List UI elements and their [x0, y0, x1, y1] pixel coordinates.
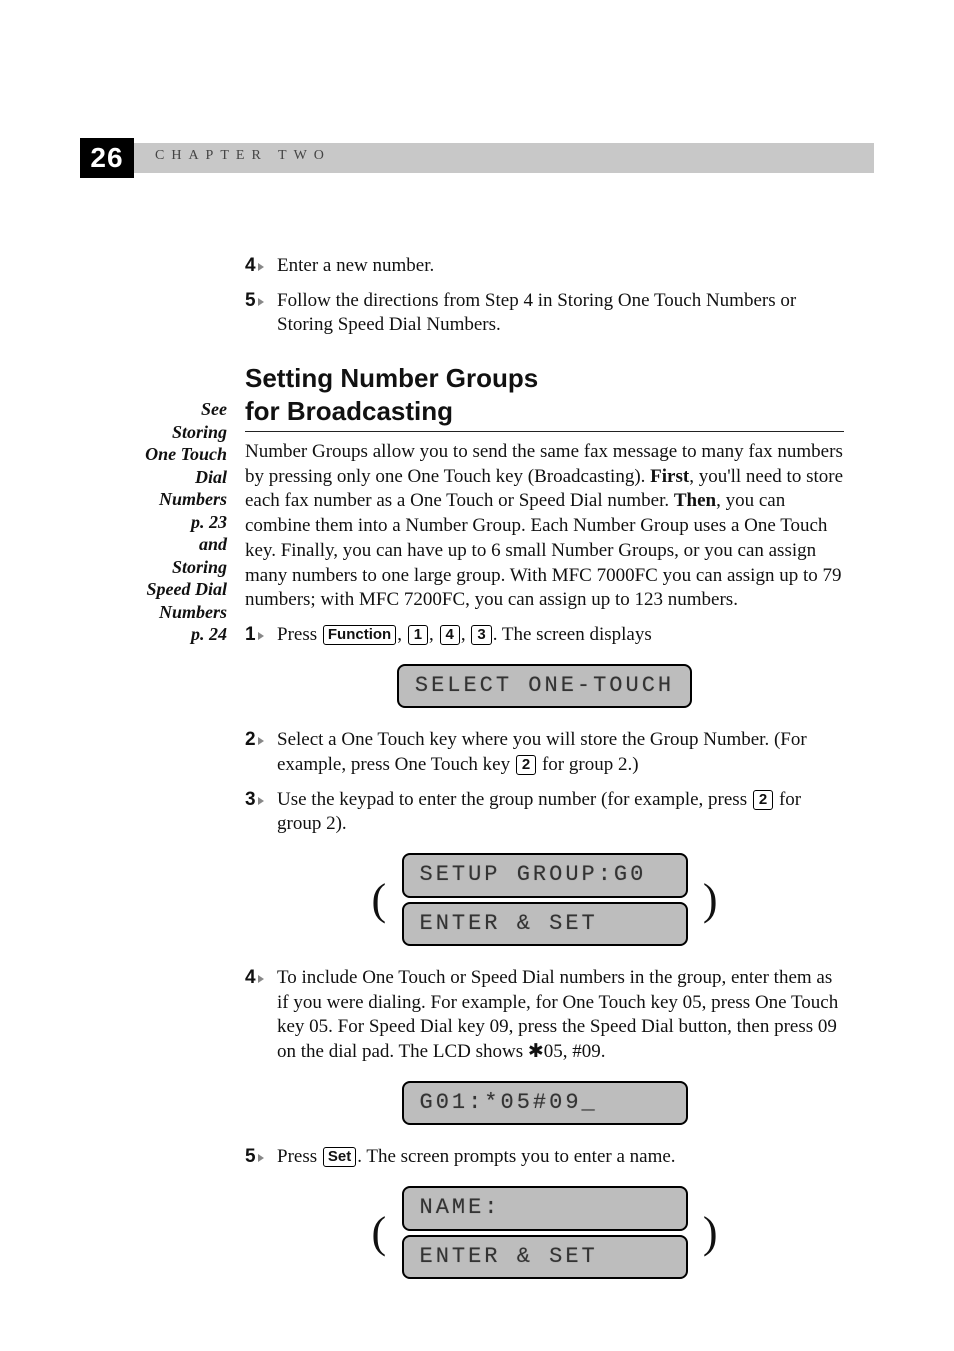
- text-run: Press: [277, 1146, 322, 1167]
- intro-paragraph: Number Groups allow you to send the same…: [245, 440, 844, 613]
- step-text: To include One Touch or Speed Dial numbe…: [277, 966, 844, 1065]
- lcd-display-group: ( SETUP GROUP:G0 ENTER & SET ): [245, 849, 844, 950]
- step-item: 3 Use the keypad to enter the group numb…: [245, 788, 844, 837]
- text-run: Press: [277, 624, 322, 645]
- margin-note-line: p. 23: [80, 511, 227, 534]
- step-item: 4 To include One Touch or Speed Dial num…: [245, 966, 844, 1065]
- keycap: 2: [753, 790, 773, 810]
- arrow-icon: [258, 632, 264, 640]
- step-text: Follow the directions from Step 4 in Sto…: [277, 289, 844, 338]
- text-run: 05, #09.: [544, 1041, 606, 1062]
- paren-right-icon: ): [703, 878, 718, 922]
- lcd-screen: G01:*05#09_: [402, 1081, 688, 1126]
- step-number: 5: [245, 290, 256, 311]
- step-number-icon: 1: [245, 623, 271, 645]
- step-text: Press Set. The screen prompts you to ent…: [277, 1145, 844, 1170]
- margin-note-line: Numbers: [80, 601, 227, 624]
- step-number-icon: 5: [245, 289, 271, 311]
- margin-note: See Storing One Touch Dial Numbers p. 23…: [80, 248, 245, 1299]
- step-text: Use the keypad to enter the group number…: [277, 788, 844, 837]
- lcd-screen: SELECT ONE-TOUCH: [397, 664, 692, 709]
- step-number: 1: [245, 624, 256, 645]
- lcd-screen: ENTER & SET: [402, 902, 688, 947]
- margin-note-line: Speed Dial: [80, 578, 227, 601]
- heading-line: for Broadcasting: [245, 396, 453, 426]
- keycap: 3: [471, 625, 491, 645]
- page: 26 CHAPTER TWO See Storing One Touch Dia…: [0, 0, 954, 1351]
- step-number-icon: 4: [245, 254, 271, 276]
- margin-note-line: p. 24: [80, 623, 227, 646]
- arrow-icon: [258, 263, 264, 271]
- arrow-icon: [258, 1154, 264, 1162]
- keycap: 2: [516, 755, 536, 775]
- margin-note-line: Numbers: [80, 488, 227, 511]
- step-text: Enter a new number.: [277, 254, 844, 279]
- margin-note-line: Storing: [80, 556, 227, 579]
- arrow-icon: [258, 975, 264, 983]
- text-run: . The screen prompts you to enter a name…: [357, 1146, 675, 1167]
- content-area: See Storing One Touch Dial Numbers p. 23…: [80, 248, 844, 1299]
- star-icon: ✱: [528, 1041, 544, 1062]
- bold-word: Then: [674, 490, 716, 511]
- text-run: for group 2.): [537, 754, 638, 775]
- chapter-label: CHAPTER TWO: [155, 148, 331, 164]
- main-column: 4 Enter a new number. 5 Follow the direc…: [245, 248, 844, 1299]
- heading-line: Setting Number Groups: [245, 363, 538, 393]
- step-number: 5: [245, 1146, 256, 1167]
- lcd-display-group: SELECT ONE-TOUCH: [245, 660, 844, 713]
- margin-note-line: Storing: [80, 421, 227, 444]
- step-item: 1 Press Function, 1, 4, 3. The screen di…: [245, 623, 844, 648]
- step-number-icon: 4: [245, 966, 271, 988]
- step-text: Press Function, 1, 4, 3. The screen disp…: [277, 623, 844, 648]
- page-number: 26: [80, 138, 134, 178]
- paren-left-icon: (: [372, 1211, 387, 1255]
- step-number-icon: 2: [245, 728, 271, 750]
- margin-note-line: One Touch: [80, 443, 227, 466]
- step-number: 3: [245, 789, 256, 810]
- section-heading: Setting Number Groups for Broadcasting: [245, 362, 844, 427]
- text-run: . The screen displays: [493, 624, 652, 645]
- margin-note-line: See: [80, 398, 227, 421]
- paren-left-icon: (: [372, 878, 387, 922]
- margin-note-line: Dial: [80, 466, 227, 489]
- keycap-set: Set: [323, 1147, 356, 1167]
- lcd-display-group: ( NAME: ENTER & SET ): [245, 1182, 844, 1283]
- step-item: 4 Enter a new number.: [245, 254, 844, 279]
- keycap: 4: [440, 625, 460, 645]
- step-number: 2: [245, 729, 256, 750]
- arrow-icon: [258, 298, 264, 306]
- step-number: 4: [245, 255, 256, 276]
- step-item: 2 Select a One Touch key where you will …: [245, 728, 844, 777]
- step-number-icon: 5: [245, 1145, 271, 1167]
- step-number: 4: [245, 967, 256, 988]
- step-item: 5 Follow the directions from Step 4 in S…: [245, 289, 844, 338]
- step-text: Select a One Touch key where you will st…: [277, 728, 844, 777]
- bold-word: First: [650, 466, 689, 487]
- paren-right-icon: ): [703, 1211, 718, 1255]
- margin-note-line: and: [80, 533, 227, 556]
- keycap: 1: [408, 625, 428, 645]
- lcd-screen: SETUP GROUP:G0: [402, 853, 688, 898]
- lcd-screen: ENTER & SET: [402, 1235, 688, 1280]
- lcd-display-group: G01:*05#09_: [245, 1077, 844, 1130]
- arrow-icon: [258, 797, 264, 805]
- heading-rule: [245, 431, 844, 432]
- text-run: Use the keypad to enter the group number…: [277, 789, 752, 810]
- keycap-function: Function: [323, 625, 396, 645]
- lcd-screen: NAME:: [402, 1186, 688, 1231]
- arrow-icon: [258, 737, 264, 745]
- step-item: 5 Press Set. The screen prompts you to e…: [245, 1145, 844, 1170]
- step-number-icon: 3: [245, 788, 271, 810]
